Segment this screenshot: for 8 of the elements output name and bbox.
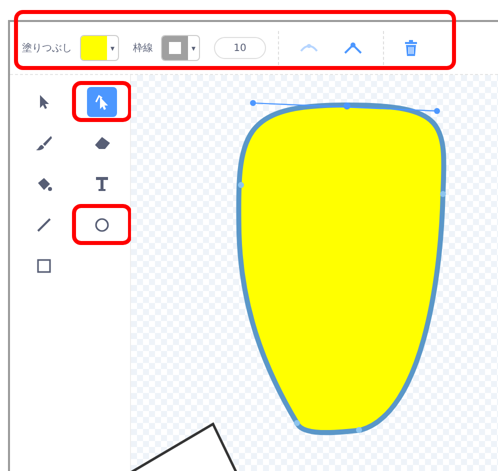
caret-icon: ▾: [188, 36, 199, 60]
outline-width-field[interactable]: 10: [214, 37, 266, 59]
fill-label: 塗りつぶし: [22, 42, 72, 55]
outline-label: 枠線: [133, 42, 153, 55]
fill-color-picker[interactable]: ▾: [80, 35, 119, 61]
delete-icon[interactable]: [402, 38, 420, 58]
outline-color-picker[interactable]: ▾: [161, 35, 200, 61]
caret-icon: ▾: [107, 36, 118, 60]
